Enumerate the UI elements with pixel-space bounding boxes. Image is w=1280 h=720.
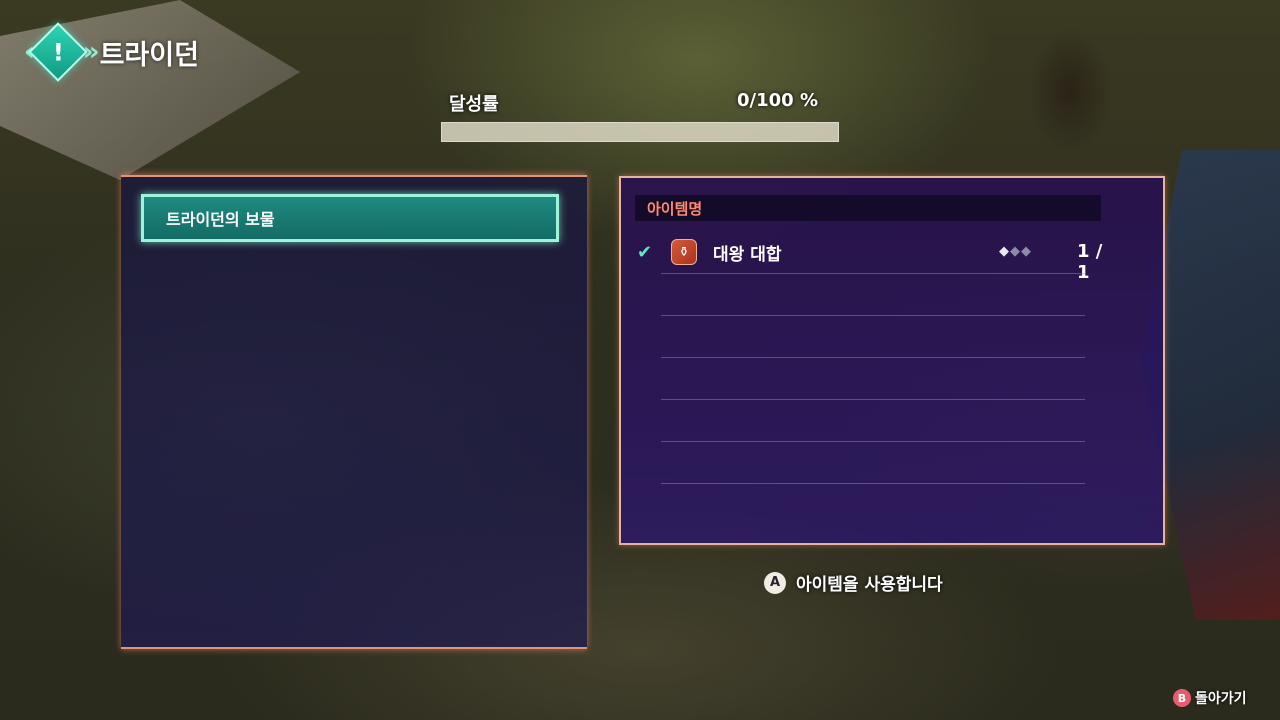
item-name: 대왕 대합: [713, 244, 782, 265]
bottle-icon: ⚱: [671, 239, 697, 265]
completion-value: 0/100 %: [737, 90, 818, 111]
row-divider: [661, 399, 1085, 400]
completion-progress-bar: [441, 122, 839, 142]
back-button[interactable]: B 돌아가기: [1173, 688, 1247, 708]
item-count: 1 / 1: [1077, 241, 1103, 283]
row-divider: [661, 483, 1085, 484]
quest-list-item-selected[interactable]: 트라이던의 보물: [141, 194, 559, 242]
row-divider: [661, 315, 1085, 316]
check-icon: ✔: [637, 241, 653, 263]
row-divider: [661, 357, 1085, 358]
back-button-label: 돌아가기: [1195, 691, 1247, 707]
quest-list-panel: 트라이던의 보물: [121, 175, 587, 649]
a-button-icon: A: [764, 571, 786, 594]
use-item-hint[interactable]: A 아이템을 사용합니다: [764, 570, 943, 595]
b-button-icon: B: [1173, 689, 1191, 707]
quest-list-item-label: 트라이던의 보물: [166, 210, 275, 229]
item-detail-panel: 아이템명 ✔ ⚱ 대왕 대합 ◆◆◆ 1 / 1: [619, 176, 1165, 545]
rarity-diamonds-icon: ◆◆◆: [999, 244, 1032, 259]
item-row[interactable]: ✔ ⚱ 대왕 대합 ◆◆◆ 1 / 1: [637, 232, 1117, 283]
completion-label: 달성률: [449, 94, 499, 115]
page-title: 트라이던: [99, 39, 199, 71]
row-divider: [661, 273, 1085, 274]
row-divider: [661, 441, 1085, 442]
background-tree: [1010, 0, 1130, 180]
exclamation-diamond-icon: !: [28, 22, 88, 82]
item-table-header: 아이템명: [635, 195, 1101, 221]
use-item-text: 아이템을 사용합니다: [796, 575, 943, 595]
screen-title: « ! » 트라이던: [24, 22, 199, 82]
item-table-header-label: 아이템명: [647, 199, 703, 218]
